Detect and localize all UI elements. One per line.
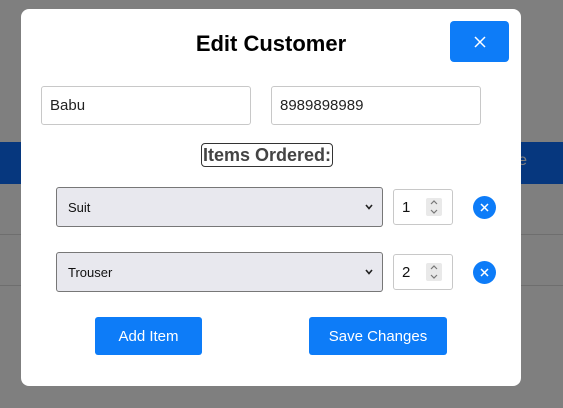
- close-button[interactable]: [450, 21, 509, 62]
- edit-customer-modal: Edit Customer Items Ordered: Suit 1 Trou…: [21, 9, 521, 386]
- remove-item-button[interactable]: [473, 196, 496, 219]
- chevron-down-icon[interactable]: [430, 209, 438, 214]
- customer-name-field[interactable]: [41, 86, 251, 125]
- remove-item-button[interactable]: [473, 261, 496, 284]
- quantity-value: 1: [402, 198, 411, 216]
- chevron-down-icon: [365, 269, 373, 275]
- items-ordered-heading: Items Ordered:: [201, 143, 334, 167]
- quantity-stepper[interactable]: 1: [393, 189, 453, 225]
- chevron-down-icon[interactable]: [430, 274, 438, 279]
- spinner-buttons[interactable]: [426, 198, 442, 216]
- product-select[interactable]: Suit: [56, 187, 383, 227]
- product-select-value: Trouser: [68, 264, 113, 280]
- product-select-value: Suit: [68, 199, 91, 215]
- customer-phone-field[interactable]: [271, 86, 481, 125]
- close-icon: [473, 35, 486, 48]
- close-icon: [480, 203, 489, 212]
- quantity-value: 2: [402, 263, 411, 281]
- close-icon: [480, 268, 489, 277]
- chevron-up-icon[interactable]: [430, 265, 438, 270]
- save-changes-button[interactable]: Save Changes: [309, 317, 447, 355]
- product-select[interactable]: Trouser: [56, 252, 383, 292]
- spinner-buttons[interactable]: [426, 263, 442, 281]
- add-item-button[interactable]: Add Item: [95, 317, 202, 355]
- quantity-stepper[interactable]: 2: [393, 254, 453, 290]
- modal-title: Edit Customer: [195, 31, 347, 56]
- chevron-down-icon: [365, 204, 373, 210]
- chevron-up-icon[interactable]: [430, 200, 438, 205]
